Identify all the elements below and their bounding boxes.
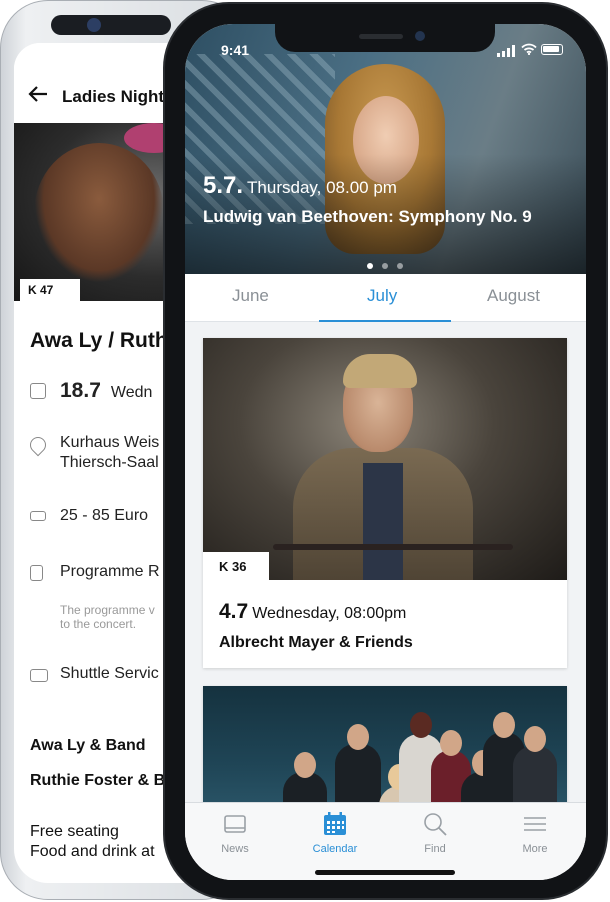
event-card-day: 4.7 xyxy=(219,600,249,623)
signal-bar-2 xyxy=(502,51,505,57)
month-tabs: June July August xyxy=(185,274,586,322)
featured-event-day: 5.7. xyxy=(203,172,244,199)
pager-dot-3[interactable] xyxy=(397,263,403,269)
news-icon xyxy=(224,815,246,833)
programme-note-line-1: The programme v xyxy=(60,603,155,617)
event-card[interactable]: K 36 4.7 Wednesday, 08:00pm Albrecht Maye… xyxy=(203,338,567,668)
featured-event-date: 5.7. Thursday, 08.00 pm xyxy=(203,172,397,200)
event-card-time: Wednesday, 08:00pm xyxy=(252,605,407,622)
bus-icon xyxy=(30,669,48,682)
image-figure-head xyxy=(440,730,462,756)
search-icon xyxy=(424,813,447,836)
pager-dot-2[interactable] xyxy=(382,263,388,269)
info-line-2: Food and drink at xyxy=(30,843,155,860)
status-time: 9:41 xyxy=(221,42,250,58)
info-line-1: Free seating xyxy=(30,823,119,840)
front-camera-icon xyxy=(415,31,425,41)
back-arrow-icon[interactable] xyxy=(28,85,48,103)
signal-bar-1 xyxy=(497,53,500,57)
tab-august[interactable]: August xyxy=(487,286,540,306)
calendar-icon xyxy=(30,383,46,399)
bottom-tab-bar: News Calendar Find More xyxy=(185,802,586,880)
programme-note: The programme v to the concert. xyxy=(60,603,155,631)
tab-june[interactable]: June xyxy=(232,286,269,306)
event-date: 18.7 Wedn xyxy=(60,379,152,403)
tab-calendar[interactable]: Calendar xyxy=(295,811,375,855)
back-phone-camera-icon xyxy=(87,18,101,32)
carousel-pager[interactable] xyxy=(367,256,412,269)
shuttle-label: Shuttle Servic xyxy=(60,665,159,682)
image-figure-head xyxy=(294,752,316,778)
event-venue: Kurhaus Weis Thiersch-Saal xyxy=(60,433,159,473)
event-card-image xyxy=(203,338,567,580)
tab-find-label: Find xyxy=(424,843,446,855)
back-phone-title: Ladies Night xyxy=(62,87,165,106)
image-shirt xyxy=(363,463,403,580)
event-code-badge: K 47 xyxy=(20,279,80,301)
tab-more[interactable]: More xyxy=(495,811,575,855)
featured-event-time: Thursday, 08.00 pm xyxy=(247,178,397,197)
event-code-badge: K 36 xyxy=(203,552,269,580)
menu-icon xyxy=(524,817,546,831)
image-figure-head xyxy=(493,712,515,738)
venue-line-1: Kurhaus Weis xyxy=(60,434,160,451)
image-hair xyxy=(343,354,417,388)
tab-calendar-label: Calendar xyxy=(312,843,358,855)
front-phone-frame: 5.7. Thursday, 08.00 pm Ludwig van Beetho… xyxy=(163,2,608,900)
home-indicator[interactable] xyxy=(315,870,455,875)
tab-more-label: More xyxy=(522,843,548,855)
image-oboe xyxy=(273,544,513,550)
venue-line-2: Thiersch-Saal xyxy=(60,454,159,471)
event-price: 25 - 85 Euro xyxy=(60,507,149,524)
event-card-date: 4.7 Wednesday, 08:00pm xyxy=(219,600,406,624)
tab-news-label: News xyxy=(221,843,249,855)
performer-2: Ruthie Foster & B xyxy=(30,772,166,789)
event-list[interactable]: K 36 4.7 Wednesday, 08:00pm Albrecht Maye… xyxy=(185,322,586,802)
performer-1: Awa Ly & Band xyxy=(30,737,146,754)
wifi-icon xyxy=(521,43,537,55)
tab-news[interactable]: News xyxy=(195,811,275,855)
document-icon xyxy=(30,565,43,581)
event-card[interactable] xyxy=(203,686,567,802)
programme-note-line-2: to the concert. xyxy=(60,617,137,631)
front-phone-screen: 5.7. Thursday, 08.00 pm Ludwig van Beetho… xyxy=(185,24,586,880)
speaker-grille xyxy=(359,34,403,39)
signal-bar-3 xyxy=(507,48,510,57)
image-figure xyxy=(513,726,557,802)
event-name: Awa Ly / Ruthi xyxy=(30,329,174,352)
image-figure xyxy=(283,752,327,802)
featured-event-title: Ludwig van Beethoven: Symphony No. 9 xyxy=(203,207,532,226)
status-icons xyxy=(497,43,567,57)
event-card-image xyxy=(203,686,567,802)
calendar-icon xyxy=(324,812,346,835)
image-figure-head xyxy=(410,712,432,738)
featured-event-carousel[interactable]: 5.7. Thursday, 08.00 pm Ludwig van Beetho… xyxy=(185,24,586,274)
event-card-title: Albrecht Mayer & Friends xyxy=(219,634,413,651)
tab-find[interactable]: Find xyxy=(395,811,475,855)
ticket-icon xyxy=(30,511,46,521)
image-figure-head xyxy=(347,724,369,750)
programme-label: Programme R xyxy=(60,563,160,580)
tab-july[interactable]: July xyxy=(367,286,397,306)
signal-bar-4 xyxy=(512,45,515,57)
image-figure-head xyxy=(524,726,546,752)
battery-icon xyxy=(541,44,563,55)
image-figure xyxy=(335,724,381,802)
notch xyxy=(275,24,495,52)
pager-dot-1[interactable] xyxy=(367,263,373,269)
back-phone-image-hand xyxy=(34,143,164,283)
location-pin-icon xyxy=(26,433,50,457)
event-date-day: 18.7 xyxy=(60,379,101,402)
event-date-weekday: Wedn xyxy=(110,384,153,401)
back-phone-top-bar xyxy=(51,15,171,35)
